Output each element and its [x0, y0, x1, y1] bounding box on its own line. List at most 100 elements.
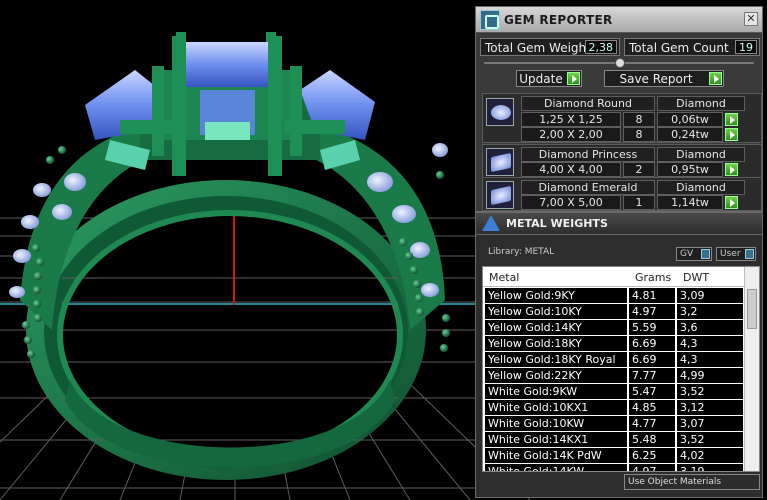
metal-weights-titlebar[interactable]: METAL WEIGHTS [476, 213, 762, 235]
center-gem [185, 42, 270, 87]
table-row[interactable]: Yellow Gold:18KY Royal 6.69 4,3 [483, 352, 745, 368]
total-gem-weight-value: 2,38 [584, 40, 617, 54]
column-header-dwt[interactable]: DWT [683, 271, 709, 284]
table-row[interactable]: Yellow Gold:10KY 4.97 3,2 [483, 304, 745, 320]
table-row[interactable]: White Gold:14K PdW 6.25 4,02 [483, 448, 745, 464]
gem-type: Diamond [657, 96, 745, 111]
total-gem-count-label: Total Gem Count [629, 41, 729, 55]
table-row[interactable]: Yellow Gold:18KY 6.69 4,3 [483, 336, 745, 352]
gem-group-emerald: Diamond Emerald Diamond 7,00 X 5,00 1 1,… [482, 177, 762, 211]
dwt-cell: 4,3 [677, 336, 743, 351]
round-gem-icon [486, 98, 514, 126]
play-arrow-icon [709, 72, 722, 85]
metal-cell: Yellow Gold:10KY [485, 304, 627, 319]
metal-cell: Yellow Gold:18KY [485, 336, 627, 351]
gem-size: 7,00 X 5,00 [521, 195, 621, 210]
user-button[interactable]: User [716, 247, 756, 261]
metal-cell: White Gold:14K PdW [485, 448, 627, 463]
column-header-grams[interactable]: Grams [635, 271, 671, 284]
user-button-label: User [720, 249, 741, 259]
go-arrow-icon[interactable] [725, 196, 738, 209]
gem-size: 4,00 X 4,00 [521, 162, 621, 177]
table-row[interactable]: Yellow Gold:9KY 4.81 3,09 [483, 288, 745, 304]
table-row[interactable]: White Gold:14KW 4.97 3,19 [483, 464, 745, 471]
dwt-cell: 3,19 [677, 464, 743, 471]
gem-name: Diamond Round [521, 96, 655, 111]
metal-cell: White Gold:14KW [485, 464, 627, 471]
use-object-materials-button[interactable]: Use Object Materials [624, 474, 760, 490]
gem-weight: 0,06tw [657, 112, 723, 127]
toggle-icon [745, 249, 754, 259]
gem-reporter-panel: GEM REPORTER ✕ Total Gem Weight 2,38 Tot… [475, 6, 763, 212]
dwt-cell: 3,2 [677, 304, 743, 319]
dwt-cell: 3,09 [677, 288, 743, 303]
save-report-button[interactable]: Save Report [604, 70, 724, 87]
metal-cell: White Gold:14KX1 [485, 432, 627, 447]
gem-group-round: Diamond Round Diamond 1,25 X 1,25 8 0,06… [482, 93, 762, 143]
metal-weights-app-icon [482, 215, 500, 231]
dwt-cell: 3,6 [677, 320, 743, 335]
gem-reporter-title: GEM REPORTER [504, 13, 613, 27]
gem-count: 1 [623, 195, 655, 210]
grams-cell: 4.77 [629, 416, 675, 431]
gem-name: Diamond Princess [521, 147, 655, 162]
gem-count: 2 [623, 162, 655, 177]
go-arrow-icon[interactable] [725, 163, 738, 176]
table-scrollbar[interactable] [744, 267, 759, 471]
table-row[interactable]: White Gold:9KW 5.47 3,52 [483, 384, 745, 400]
gem-size: 1,25 X 1,25 [521, 112, 621, 127]
grams-cell: 5.48 [629, 432, 675, 447]
total-gem-count-field: Total Gem Count 19 [624, 38, 760, 56]
total-gem-count-value: 19 [735, 40, 757, 54]
gem-reporter-titlebar[interactable]: GEM REPORTER ✕ [476, 7, 762, 33]
grams-cell: 4.85 [629, 400, 675, 415]
dwt-cell: 3,12 [677, 400, 743, 415]
dwt-cell: 3,07 [677, 416, 743, 431]
table-header: Metal Grams DWT [483, 267, 745, 287]
gem-size: 2,00 X 2,00 [521, 127, 621, 142]
table-row[interactable]: White Gold:10KW 4.77 3,07 [483, 416, 745, 432]
scrollbar-thumb[interactable] [747, 289, 757, 329]
gem-group-princess: Diamond Princess Diamond 4,00 X 4,00 2 0… [482, 144, 762, 178]
dwt-cell: 3,52 [677, 432, 743, 447]
metal-cell: Yellow Gold:14KY [485, 320, 627, 335]
grams-cell: 4.97 [629, 464, 675, 471]
table-row[interactable]: White Gold:14KX1 5.48 3,52 [483, 432, 745, 448]
gem-weight: 0,95tw [657, 162, 723, 177]
gv-button-label: GV [680, 249, 694, 259]
dwt-cell: 3,52 [677, 384, 743, 399]
table-row[interactable]: White Gold:10KX1 4.85 3,12 [483, 400, 745, 416]
total-gem-weight-field: Total Gem Weight 2,38 [480, 38, 620, 56]
princess-gem-icon [486, 148, 514, 176]
metal-weights-title: METAL WEIGHTS [506, 217, 608, 230]
grams-cell: 4.81 [629, 288, 675, 303]
dwt-cell: 4,3 [677, 352, 743, 367]
go-arrow-icon[interactable] [725, 128, 738, 141]
metal-cell: White Gold:10KX1 [485, 400, 627, 415]
gem-weight: 1,14tw [657, 195, 723, 210]
grams-cell: 5.47 [629, 384, 675, 399]
close-icon[interactable]: ✕ [744, 12, 758, 26]
divider-handle[interactable] [615, 58, 625, 68]
go-arrow-icon[interactable] [725, 113, 738, 126]
update-button[interactable]: Update [516, 70, 582, 87]
dwt-cell: 4,02 [677, 448, 743, 463]
toggle-icon [701, 249, 710, 259]
grams-cell: 4.97 [629, 304, 675, 319]
gem-name: Diamond Emerald [521, 180, 655, 195]
gem-weight: 0,24tw [657, 127, 723, 142]
gem-count: 8 [623, 127, 655, 142]
table-row[interactable]: Yellow Gold:22KY 7.77 4,99 [483, 368, 745, 384]
play-arrow-icon [567, 72, 580, 85]
table-row[interactable]: Yellow Gold:14KY 5.59 3,6 [483, 320, 745, 336]
gv-button[interactable]: GV [676, 247, 712, 261]
emerald-gem-icon [486, 181, 514, 209]
metal-cell: White Gold:9KW [485, 384, 627, 399]
metal-cell: White Gold:10KW [485, 416, 627, 431]
grams-cell: 5.59 [629, 320, 675, 335]
grams-cell: 6.69 [629, 352, 675, 367]
column-header-metal[interactable]: Metal [489, 271, 519, 284]
gem-count: 8 [623, 112, 655, 127]
save-report-button-label: Save Report [619, 72, 693, 86]
metal-weights-table[interactable]: Metal Grams DWT Yellow Gold:9KY 4.81 3,09 Y… [482, 266, 760, 472]
